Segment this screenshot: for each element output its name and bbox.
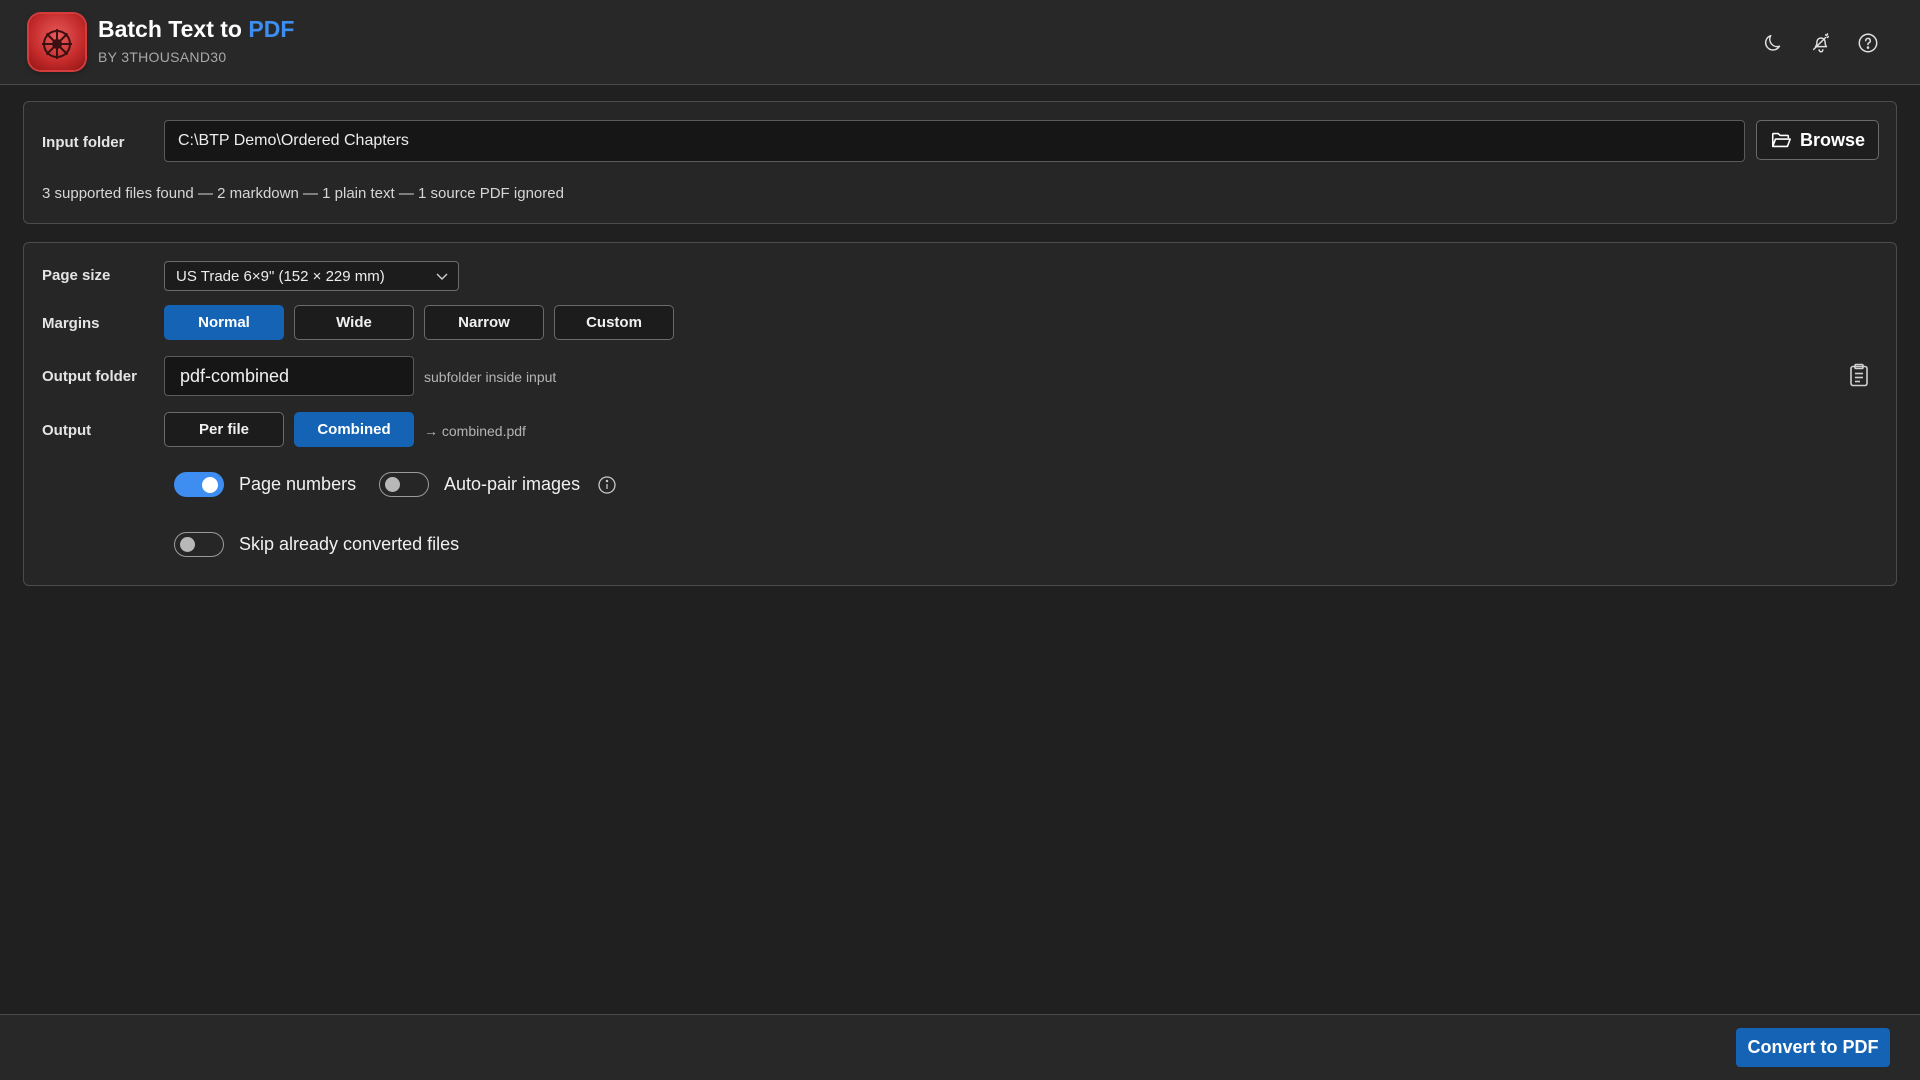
toggle-knob [385,477,400,492]
chevron-down-icon [436,273,448,280]
margins-label: Margins [42,315,100,332]
output-folder-field[interactable] [164,356,414,396]
output-folder-hint: subfolder inside input [424,369,557,385]
output-filename-hint: → combined.pdf [424,423,526,439]
input-panel: Input folder Browse 3 supported files fo… [23,101,1897,224]
logo-emblem-icon [42,29,72,59]
auto-pair-images-label: Auto-pair images [444,474,581,494]
input-folder-label: Input folder [42,134,125,151]
moon-icon[interactable] [1760,30,1786,56]
output-per-file-button[interactable]: Per file [164,412,284,447]
output-combined-button[interactable]: Combined [294,412,414,447]
toggle-knob [180,537,195,552]
input-folder-field[interactable] [164,120,1745,162]
skip-converted-toggle[interactable] [174,532,224,557]
app-header: Batch Text to PDF BY 3THOUSAND30 [0,0,1920,85]
output-label: Output [42,422,92,439]
info-icon[interactable] [597,475,617,495]
page-numbers-label: Page numbers [239,474,357,494]
convert-to-pdf-button[interactable]: Convert to PDF [1736,1028,1890,1067]
margin-custom-button[interactable]: Custom [554,305,674,340]
page-size-label: Page size [42,267,111,284]
app-title: Batch Text to PDF [98,16,294,43]
output-folder-label: Output folder [42,368,137,385]
auto-pair-images-toggle[interactable] [379,472,429,497]
folder-open-icon [1771,132,1791,148]
browse-button[interactable]: Browse [1756,120,1879,160]
files-found-summary: 3 supported files found — 2 markdown — 1… [42,185,564,202]
app-subtitle: BY 3THOUSAND30 [98,49,227,65]
app-footer: Convert to PDF [0,1014,1920,1080]
skip-converted-label: Skip already converted files [239,534,460,554]
page-size-value: US Trade 6×9" (152 × 229 mm) [176,267,385,285]
app-title-main: Batch Text to [98,16,249,42]
bell-icon[interactable] [1808,30,1834,56]
settings-panel: Page size US Trade 6×9" (152 × 229 mm) M… [23,242,1897,586]
toggle-knob [202,476,218,493]
browse-button-label: Browse [1799,129,1866,150]
page-numbers-toggle[interactable] [174,472,224,497]
margin-narrow-button[interactable]: Narrow [424,305,544,340]
margin-normal-button[interactable]: Normal [164,305,284,340]
app-logo [29,14,85,70]
help-icon[interactable] [1855,30,1881,56]
app-title-accent: PDF [248,16,295,42]
margin-wide-button[interactable]: Wide [294,305,414,340]
clipboard-icon[interactable] [1848,363,1870,387]
page-size-select[interactable]: US Trade 6×9" (152 × 229 mm) [164,261,459,291]
